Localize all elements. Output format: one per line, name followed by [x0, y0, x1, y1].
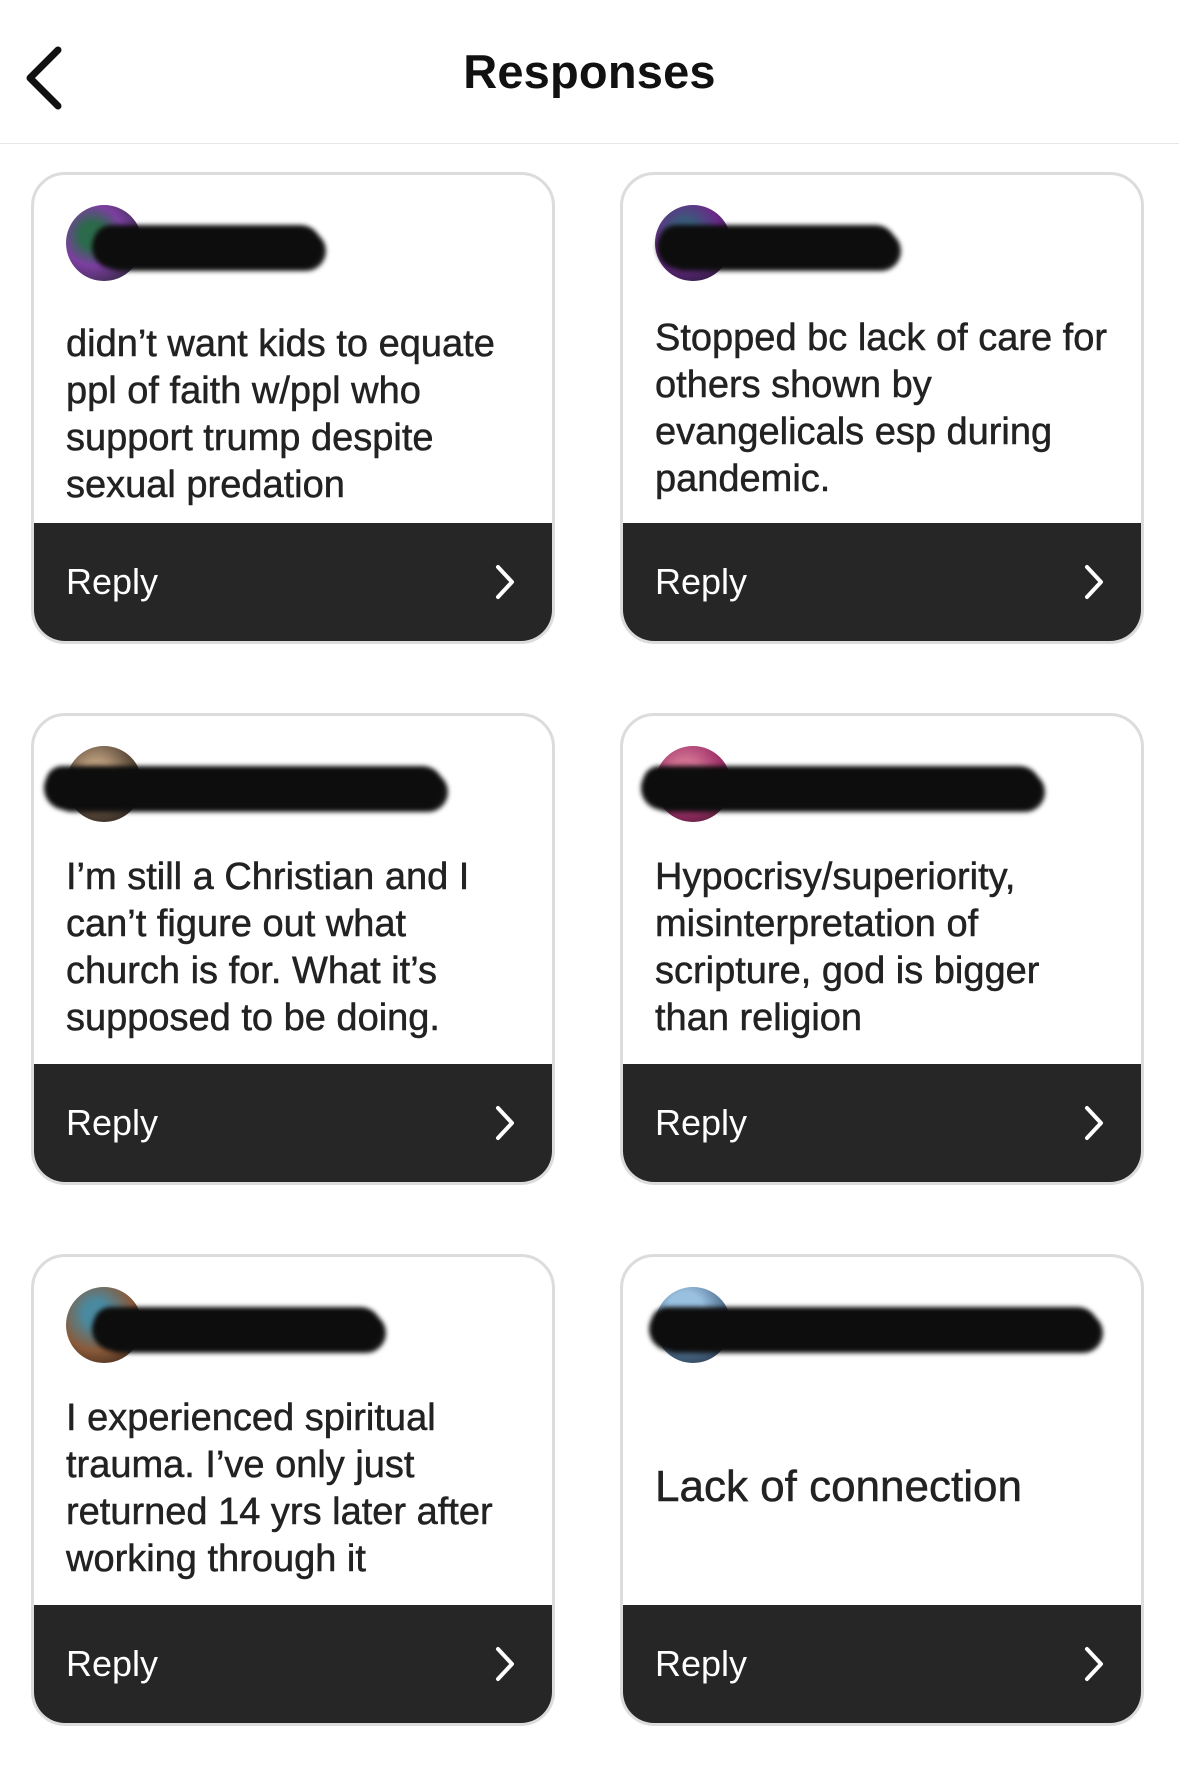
- response-text: Stopped bc lack of care for others shown…: [655, 317, 1108, 501]
- reply-button[interactable]: Reply: [623, 1064, 1141, 1182]
- redacted-username: [657, 225, 897, 269]
- response-card: Hypocrisy/superiority, misinterpretation…: [620, 713, 1144, 1185]
- reply-button[interactable]: Reply: [623, 523, 1141, 641]
- reply-label: Reply: [66, 561, 159, 602]
- redacted-username: [641, 766, 1041, 810]
- chevron-right-icon: [496, 1106, 514, 1140]
- response-author: [44, 742, 526, 828]
- response-card: Lack of connection Reply: [620, 1254, 1144, 1726]
- response-text: didn’t want kids to equate ppl of faith …: [66, 323, 495, 507]
- chevron-right-icon: [1085, 1106, 1103, 1140]
- top-bar: Responses: [0, 0, 1179, 144]
- response-card: didn’t want kids to equate ppl of faith …: [31, 172, 555, 644]
- reply-button[interactable]: Reply: [34, 1605, 552, 1723]
- reply-label: Reply: [655, 1102, 748, 1143]
- response-author: [66, 1283, 526, 1369]
- reply-label: Reply: [66, 1102, 159, 1143]
- response-author: [655, 201, 1115, 287]
- response-card: Stopped bc lack of care for others shown…: [620, 172, 1144, 644]
- reply-button[interactable]: Reply: [34, 1064, 552, 1182]
- redacted-username: [649, 1307, 1099, 1351]
- redacted-username: [92, 225, 322, 269]
- redacted-username: [44, 766, 444, 810]
- reply-label: Reply: [66, 1643, 159, 1684]
- reply-button[interactable]: Reply: [623, 1605, 1141, 1723]
- response-text: Hypocrisy/superiority, misinterpretation…: [655, 856, 1040, 1040]
- chevron-right-icon: [1085, 565, 1103, 599]
- response-author: [641, 742, 1115, 828]
- response-card: I’m still a Christian and I can’t figure…: [31, 713, 555, 1185]
- response-text: I experienced spiritual trauma. I’ve onl…: [66, 1397, 493, 1581]
- response-text: I’m still a Christian and I can’t figure…: [66, 856, 470, 1040]
- response-author: [66, 201, 526, 287]
- reply-label: Reply: [655, 561, 748, 602]
- chevron-right-icon: [496, 565, 514, 599]
- chevron-right-icon: [1085, 1647, 1103, 1681]
- reply-label: Reply: [655, 1643, 748, 1684]
- response-card: I experienced spiritual trauma. I’ve onl…: [31, 1254, 555, 1726]
- reply-button[interactable]: Reply: [34, 523, 552, 641]
- response-author: [649, 1283, 1115, 1369]
- redacted-username: [92, 1307, 382, 1351]
- response-text: Lack of connection: [655, 1462, 1022, 1512]
- page-title: Responses: [463, 45, 716, 98]
- chevron-right-icon: [496, 1647, 514, 1681]
